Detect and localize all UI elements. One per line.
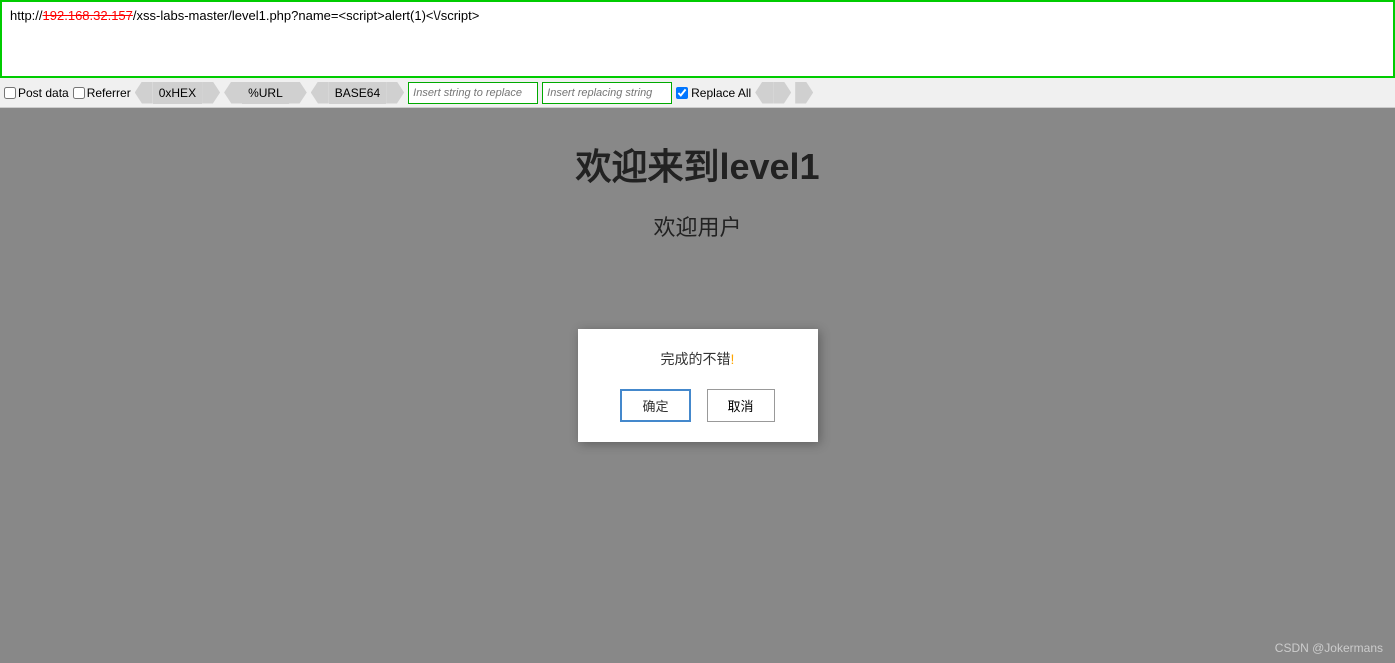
dialog-cancel-button[interactable]: 取消 [707, 389, 775, 422]
last-arrow[interactable] [795, 82, 813, 104]
url-bar[interactable]: http://192.168.32.157/xss-labs-master/le… [0, 0, 1395, 78]
referrer-label: Referrer [87, 86, 131, 100]
main-content: 欢迎来到level1 欢迎用户 完成的不错! 确定 取消 CSDN @Joker… [0, 108, 1395, 663]
hex-label: 0xHEX [153, 82, 202, 104]
referrer-check[interactable]: Referrer [73, 86, 131, 100]
toolbar: Post data Referrer 0xHEX %URL BASE64 Rep… [0, 78, 1395, 108]
replace-all-check[interactable]: Replace All [676, 86, 751, 100]
insert-replace-input[interactable] [408, 82, 538, 104]
last-arrow-icon [795, 82, 813, 104]
base64-arrow[interactable]: BASE64 [311, 82, 404, 104]
url-arrow[interactable]: %URL [224, 82, 307, 104]
insert-replacing-input[interactable] [542, 82, 672, 104]
post-data-checkbox[interactable] [4, 87, 16, 99]
watermark: CSDN @Jokermans [1275, 641, 1383, 655]
hex-arrow-left[interactable]: 0xHEX [135, 82, 220, 104]
replace-right-arrow-icon [773, 82, 791, 104]
referrer-checkbox[interactable] [73, 87, 85, 99]
dialog: 完成的不错! 确定 取消 [578, 329, 818, 442]
replace-all-label: Replace All [691, 86, 751, 100]
dialog-message: 完成的不错! [598, 349, 798, 369]
replace-arrow[interactable] [755, 82, 791, 104]
base64-label: BASE64 [329, 82, 386, 104]
dialog-ok-button[interactable]: 确定 [620, 389, 690, 422]
base64-right-arrow-icon [386, 82, 404, 104]
replace-all-checkbox[interactable] [676, 87, 688, 99]
base64-left-arrow-icon [311, 82, 329, 104]
dialog-overlay: 完成的不错! 确定 取消 [0, 108, 1395, 663]
dialog-message-text: 完成的不错 [661, 351, 731, 367]
url-right-arrow-icon [289, 82, 307, 104]
post-data-check[interactable]: Post data [4, 86, 69, 100]
replace-left-arrow-icon [755, 82, 773, 104]
url-left-arrow-icon [224, 82, 242, 104]
post-data-label: Post data [18, 86, 69, 100]
url-label: %URL [242, 82, 289, 104]
hex-left-arrow-icon [135, 82, 153, 104]
dialog-exclaim: ! [731, 351, 735, 367]
dialog-buttons: 确定 取消 [598, 389, 798, 422]
url-text: http://192.168.32.157/xss-labs-master/le… [10, 8, 479, 23]
hex-right-arrow-icon [202, 82, 220, 104]
